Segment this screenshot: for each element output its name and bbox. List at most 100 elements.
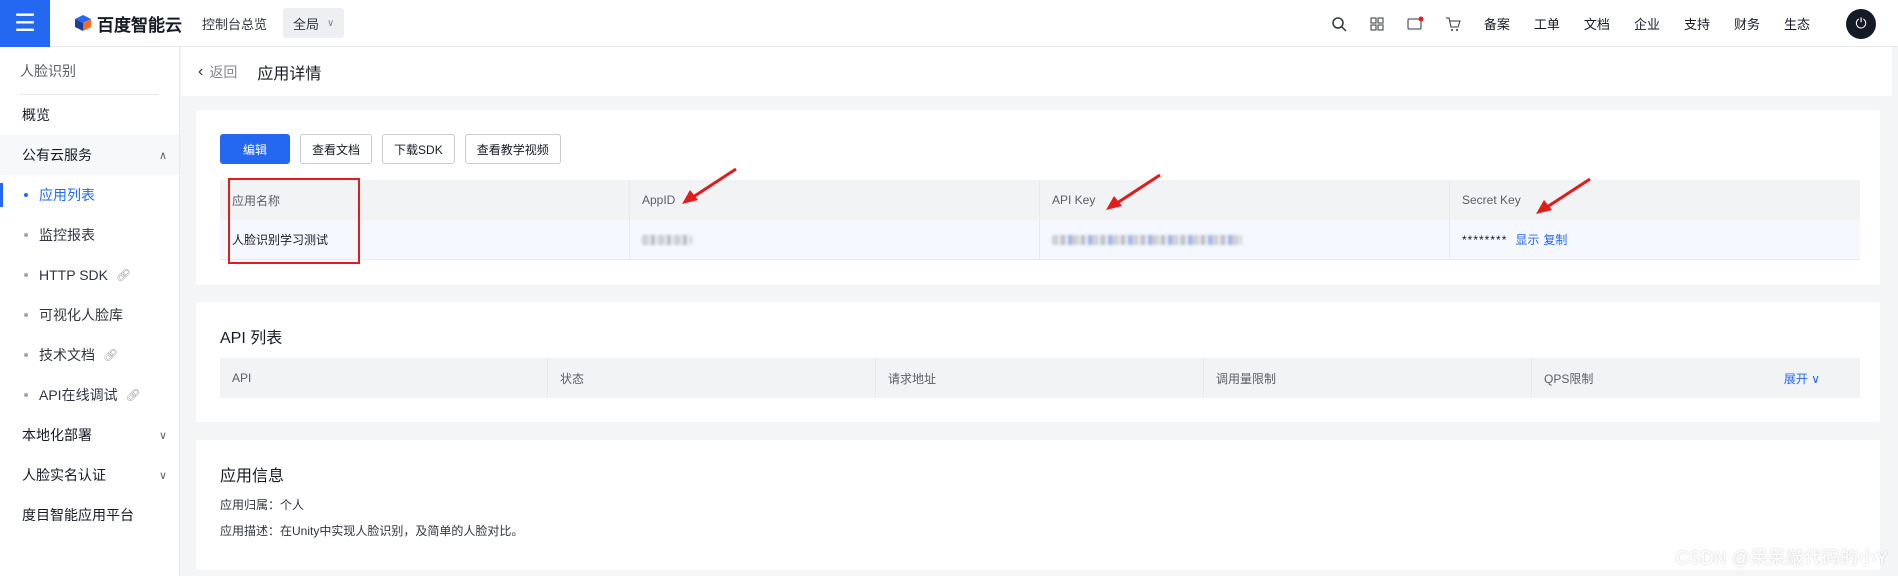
table-header-row: 应用名称 AppID API Key Secret Key [220,180,1860,220]
header-qps-limit: QPS限制 [1544,371,1594,386]
nav-ecosystem[interactable]: 生态 [1784,14,1810,33]
chevron-down-icon: ∨ [1811,371,1820,386]
sidebar-item-label: 度目智能应用平台 [22,507,134,523]
page-title: 应用详情 [257,65,322,83]
page-scrollbar[interactable] [1892,47,1898,576]
sidebar-item-label: 技术文档 [39,347,95,363]
chevron-down-icon: ∨ [158,429,167,442]
top-right-nav: 备案 工单 文档 企业 支持 财务 生态 ⏻ [1320,0,1898,47]
chevron-down-icon: ∨ [158,469,167,482]
app-info-table: 应用名称 AppID API Key Secret Key 人脸识别学习测试 *… [220,180,1860,260]
sidebar-item-http-sdk[interactable]: HTTP SDK 🔗︎ [0,255,179,295]
cart-icon[interactable] [1434,16,1472,32]
sidebar-item-label: 应用列表 [39,187,95,203]
sidebar-item-face-library[interactable]: 可视化人脸库 [0,295,179,335]
external-link-icon: 🔗︎ [115,268,132,282]
copy-secret-link[interactable]: 复制 [1543,231,1567,248]
user-avatar[interactable]: ⏻ [1846,8,1876,39]
external-link-icon: 🔗︎ [103,348,119,362]
view-docs-button[interactable]: 查看文档 [300,134,373,164]
top-bar: ☰ 百度智能云 控制台总览 全局 ∨ 备案 工单 文档 企业 支持 财务 生态 [0,0,1898,47]
app-owner: 应用归属：个人 [220,498,305,512]
apps-grid-icon[interactable] [1358,16,1396,32]
cube-logo-icon [75,15,91,31]
api-list-card: API 列表 API 状态 请求地址 调用量限制 QPS限制 展开 ∨ [196,302,1880,422]
brand-name: 百度智能云 [97,15,182,35]
bullet-dot [24,313,28,317]
sidebar-group-public-cloud[interactable]: 公有云服务 ∧ [0,135,179,175]
view-videos-button[interactable]: 查看教学视频 [464,134,561,164]
sidebar-item-api-debug[interactable]: API在线调试 🔗︎ [0,375,179,415]
menu-button[interactable]: ☰ [0,0,50,47]
sidebar-item-label: 人脸实名认证 [22,467,106,483]
api-table: API 状态 请求地址 调用量限制 QPS限制 展开 ∨ [220,358,1860,398]
external-link-icon: 🔗︎ [125,388,141,402]
nav-finance[interactable]: 财务 [1734,14,1760,33]
bullet-dot [24,353,28,357]
nav-enterprise[interactable]: 企业 [1634,14,1660,33]
app-info-card: 应用信息 应用归属：个人 应用描述：在Unity中实现人脸识别，及简单的人脸对比… [196,440,1880,570]
annotation-arrow-icon [1536,177,1591,214]
search-icon[interactable] [1320,16,1358,32]
sidebar-item-monitoring[interactable]: 监控报表 [0,215,179,255]
sidebar-item-label: HTTP SDK [39,267,108,283]
header-request-url: 请求地址 [876,358,1204,398]
table-row: 人脸识别学习测试 ******** 显示 复制 [220,220,1860,260]
annotation-highlight-box [228,178,360,264]
app-description: 应用描述：在Unity中实现人脸识别，及简单的人脸对比。 [220,524,524,538]
header-api-key: API Key [1040,180,1450,220]
action-buttons: 编辑 查看文档 下载SDK 查看教学视频 [220,134,561,164]
message-icon[interactable] [1396,16,1434,32]
back-link[interactable]: ‹ 返回 [198,62,237,82]
table-header-row: API 状态 请求地址 调用量限制 QPS限制 展开 ∨ [220,358,1860,398]
bullet-dot [24,193,28,197]
sidebar-item-label: API在线调试 [39,387,118,403]
expand-button[interactable]: 展开 ∨ [1784,370,1820,387]
sidebar-item-label: 可视化人脸库 [39,307,123,323]
annotation-arrow-icon [1106,173,1161,210]
sidebar-group-realname-auth[interactable]: 人脸实名认证 ∨ [0,455,179,495]
chevron-left-icon: ‹ [198,62,204,80]
redacted-api-key [1052,234,1242,245]
sidebar-item-dumu-platform[interactable]: 度目智能应用平台 [0,495,179,535]
sidebar-item-label: 公有云服务 [22,147,92,163]
header-qps-limit-cell: QPS限制 展开 ∨ [1532,358,1860,398]
console-overview-link[interactable]: 控制台总览 [202,14,267,33]
nav-support[interactable]: 支持 [1684,14,1710,33]
bullet-dot [24,233,28,237]
sidebar-item-label: 本地化部署 [22,427,92,443]
header-api: API [220,358,548,398]
bullet-dot [24,393,28,397]
download-sdk-button[interactable]: 下载SDK [382,134,455,164]
back-label: 返回 [209,63,238,80]
header-secret-key: Secret Key [1462,193,1521,207]
redacted-appid [642,234,692,245]
secret-key-masked: ******** [1462,232,1508,247]
brand-logo[interactable]: 百度智能云 [74,11,182,36]
app-details-card: 编辑 查看文档 下载SDK 查看教学视频 应用名称 AppID API Key … [196,110,1880,285]
hamburger-icon: ☰ [14,9,36,37]
sidebar-header: 人脸识别 [20,47,159,95]
sidebar-group-local-deploy[interactable]: 本地化部署 ∨ [0,415,179,455]
api-list-title: API 列表 [220,330,283,347]
sidebar-item-overview[interactable]: 概览 [0,95,179,135]
watermark: CSDN @呆呆敲代码的小Y [1675,548,1888,568]
show-secret-link[interactable]: 显示 [1515,231,1539,248]
sidebar-item-label: 概览 [22,107,50,123]
annotation-arrow-icon [682,167,737,204]
breadcrumb: ‹ 返回 应用详情 [181,47,1898,96]
chevron-down-icon: ∨ [327,17,335,29]
nav-docs[interactable]: 文档 [1584,14,1610,33]
edit-button[interactable]: 编辑 [220,134,291,164]
sidebar: 人脸识别 概览 公有云服务 ∧ 应用列表 监控报表 HTTP SDK 🔗︎ 可视… [0,47,180,576]
api-key-cell [1040,220,1450,259]
appid-cell [630,220,1040,259]
header-status: 状态 [548,358,876,398]
sidebar-item-label: 监控报表 [39,227,95,243]
power-icon: ⏻ [1855,15,1867,31]
sidebar-item-app-list[interactable]: 应用列表 [0,175,179,215]
sidebar-item-tech-docs[interactable]: 技术文档 🔗︎ [0,335,179,375]
nav-beian[interactable]: 备案 [1484,14,1510,33]
scope-select[interactable]: 全局 ∨ [283,8,345,38]
nav-ticket[interactable]: 工单 [1534,14,1560,33]
